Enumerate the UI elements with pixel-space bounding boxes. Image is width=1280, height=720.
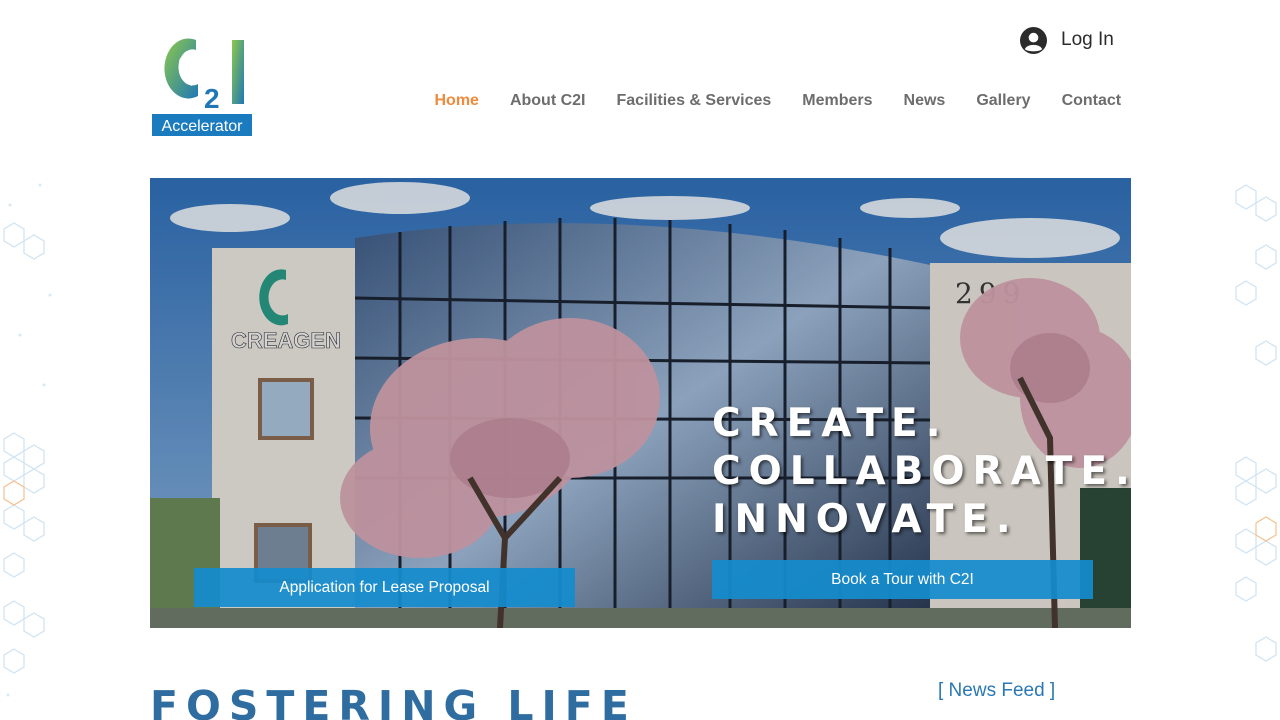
tagline-collaborate: COLLABORATE. [712,449,1131,494]
user-avatar-icon [1020,26,1047,54]
logo-tagline: Accelerator [162,118,244,135]
nav-item-home[interactable]: Home [419,92,494,110]
nav-item-about[interactable]: About C2I [494,92,601,110]
book-tour-button[interactable]: Book a Tour with C2I [712,560,1093,599]
c2i-accelerator-logo[interactable]: 2 Accelerator [152,34,254,138]
tagline-innovate: INNOVATE. [712,497,1019,542]
login-button[interactable]: Log In [1020,22,1114,58]
nav-item-facilities-services[interactable]: Facilities & Services [601,92,787,110]
nav-item-contact[interactable]: Contact [1046,92,1137,110]
hexagon-pattern-left [0,175,70,720]
news-feed-link[interactable]: [ News Feed ] [938,680,1055,702]
nav-item-news[interactable]: News [888,92,961,110]
nav-item-gallery[interactable]: Gallery [961,92,1046,110]
section-headline: FOSTERING LIFE [150,682,637,720]
hero-banner: CREAGEN 299 [150,178,1131,628]
hexagon-pattern-right [1210,175,1280,720]
tagline-create: CREATE. [712,401,949,446]
main-navigation: Home About C2I Facilities & Services Mem… [419,88,1137,114]
logo-digit: 2 [204,83,220,114]
hero-tagline: CREATE. COLLABORATE. INNOVATE. [712,400,1131,544]
login-label: Log In [1061,29,1114,50]
lease-proposal-button[interactable]: Application for Lease Proposal [194,568,575,607]
nav-item-members[interactable]: Members [787,92,888,110]
